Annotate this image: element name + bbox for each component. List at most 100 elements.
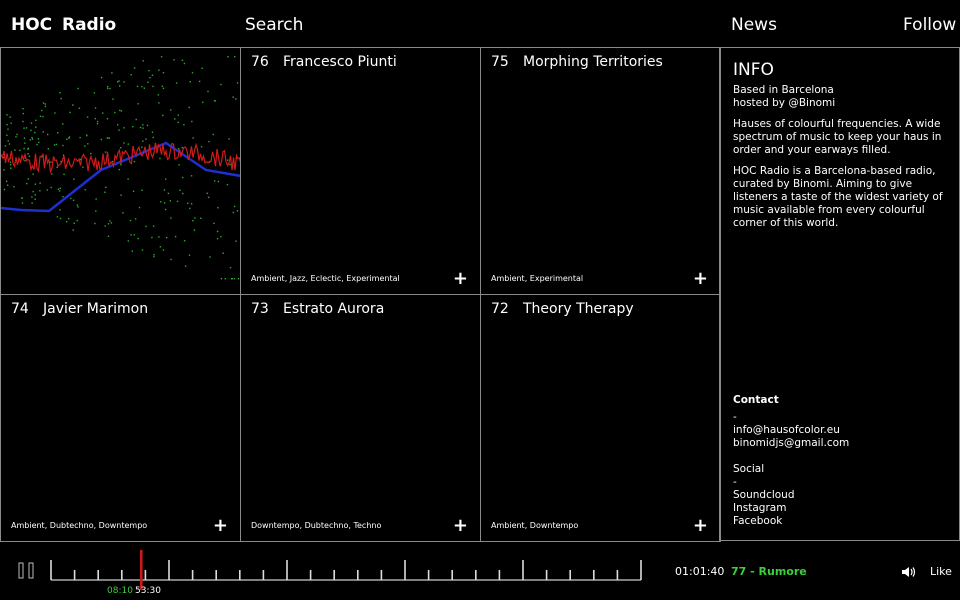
visualizer-dot <box>138 206 141 209</box>
visualizer-dot <box>162 249 165 251</box>
visualizer-dot <box>39 115 42 117</box>
progress-timeline[interactable] <box>48 547 644 591</box>
visualizer-dot <box>132 126 134 128</box>
episode-title[interactable]: Javier Marimon <box>43 301 148 317</box>
visualizer-dot <box>188 254 191 256</box>
visualizer-dot <box>32 190 34 193</box>
visualizer-dot <box>42 115 44 118</box>
visualizer-dot <box>137 237 139 240</box>
visualizer-dot <box>77 87 79 90</box>
visualizer-dot <box>107 223 110 225</box>
add-icon[interactable]: + <box>693 270 708 288</box>
facebook-link[interactable]: Facebook <box>733 515 849 528</box>
episode-title[interactable]: Theory Therapy <box>523 301 634 317</box>
add-icon[interactable]: + <box>453 270 468 288</box>
top-nav: HOC Radio Search News Follow <box>0 0 960 48</box>
pause-icon[interactable] <box>18 562 36 579</box>
add-icon[interactable]: + <box>453 517 468 535</box>
episode-number: 73 <box>251 301 269 317</box>
instagram-link[interactable]: Instagram <box>733 502 849 515</box>
visualizer-dot <box>152 225 155 227</box>
episode-card[interactable]: 72 Theory Therapy Ambient, Downtempo + <box>480 294 721 542</box>
visualizer-dot <box>208 140 210 143</box>
visualizer-dot <box>114 111 116 114</box>
like-button[interactable]: Like <box>930 565 952 578</box>
visualizer-dot <box>39 190 41 192</box>
episode-title[interactable]: Morphing Territories <box>523 54 663 70</box>
nav-search[interactable]: Search <box>245 15 303 35</box>
nav-radio[interactable]: Radio <box>62 15 116 35</box>
now-playing[interactable]: 77 - Rumore <box>731 565 807 578</box>
visualizer-dot <box>32 173 34 175</box>
email-link[interactable]: info@hausofcolor.eu <box>733 424 849 437</box>
add-icon[interactable]: + <box>693 517 708 535</box>
nav-follow[interactable]: Follow <box>903 15 956 35</box>
visualizer-dot <box>44 105 47 108</box>
episode-card[interactable]: 75 Morphing Territories Ambient, Experim… <box>480 47 721 295</box>
visualizer-dot <box>236 82 239 84</box>
add-icon[interactable]: + <box>213 517 228 535</box>
episode-card[interactable]: 73 Estrato Aurora Downtempo, Dubtechno, … <box>240 294 481 542</box>
visualizer-dot <box>23 127 25 129</box>
visualizer-dot <box>102 112 104 114</box>
visualizer-dot <box>105 186 107 189</box>
visualizer-dot <box>141 146 143 148</box>
visualizer-dot <box>153 255 155 258</box>
nav-news[interactable]: News <box>731 15 777 35</box>
visualizer-dot <box>129 219 132 222</box>
info-location: Based in Barcelona hosted by @Binomi <box>733 84 946 110</box>
visualizer-dot <box>119 85 121 87</box>
episode-tags: Ambient, Downtempo <box>491 521 579 530</box>
visualizer-dot <box>142 127 144 129</box>
visualizer-dot <box>142 140 144 142</box>
visualizer-dot <box>65 221 68 223</box>
visualizer-dot <box>30 129 32 132</box>
visualizer-dot <box>47 133 49 136</box>
episode-title[interactable]: Francesco Piunti <box>283 54 397 70</box>
visualizer-dot <box>94 117 96 120</box>
visualizer-dot <box>120 163 122 166</box>
visualizer-dot <box>28 155 31 157</box>
soundcloud-link[interactable]: Soundcloud <box>733 489 849 502</box>
visualizer-dot <box>235 240 237 242</box>
visualizer-dot <box>77 206 79 208</box>
visualizer-dot <box>181 147 183 149</box>
visualizer-dot <box>163 202 166 204</box>
visualizer-dot <box>118 168 121 171</box>
visualizer-dot <box>234 56 236 58</box>
visualizer-dot <box>191 72 194 74</box>
visualizer-dot <box>111 72 113 74</box>
brand-logo[interactable]: HOC <box>11 15 52 35</box>
visualizer-dot <box>127 143 129 145</box>
social-heading: Social <box>733 463 765 475</box>
visualizer-dot <box>133 160 136 163</box>
visualizer-dot <box>84 189 86 191</box>
visualizer-dot <box>146 124 149 127</box>
visualizer-dot <box>152 85 154 88</box>
visualizer-dot <box>173 59 175 61</box>
visualizer-dot <box>35 119 37 121</box>
visualizer-dot <box>107 137 109 139</box>
visualizer-dot <box>22 112 24 115</box>
visualizer-dot <box>4 145 7 147</box>
speaker-icon[interactable] <box>901 566 917 578</box>
visualizer-dot <box>188 106 190 109</box>
visualizer-dot <box>190 203 193 205</box>
visualizer-dot <box>100 138 103 141</box>
episode-title[interactable]: Estrato Aurora <box>283 301 384 317</box>
visualizer-dot <box>202 101 204 103</box>
episode-card[interactable]: 76 Francesco Piunti Ambient, Jazz, Eclec… <box>240 47 481 295</box>
visualizer-dot <box>152 136 154 139</box>
visualizer-dot <box>134 218 137 220</box>
visualizer-dot <box>165 178 167 180</box>
visualizer-dot <box>3 188 6 191</box>
visualizer-dot <box>109 87 111 90</box>
visualizer-dot <box>50 161 52 163</box>
visualizer-dot <box>6 184 9 186</box>
visualizer-dot <box>130 74 132 76</box>
episode-tags: Ambient, Dubtechno, Downtempo <box>11 521 148 530</box>
episode-card[interactable]: 74 Javier Marimon Ambient, Dubtechno, Do… <box>0 294 241 542</box>
visualizer-dot <box>167 192 170 195</box>
email-link[interactable]: binomidjs@gmail.com <box>733 437 849 450</box>
episode-tags: Ambient, Experimental <box>491 274 584 283</box>
